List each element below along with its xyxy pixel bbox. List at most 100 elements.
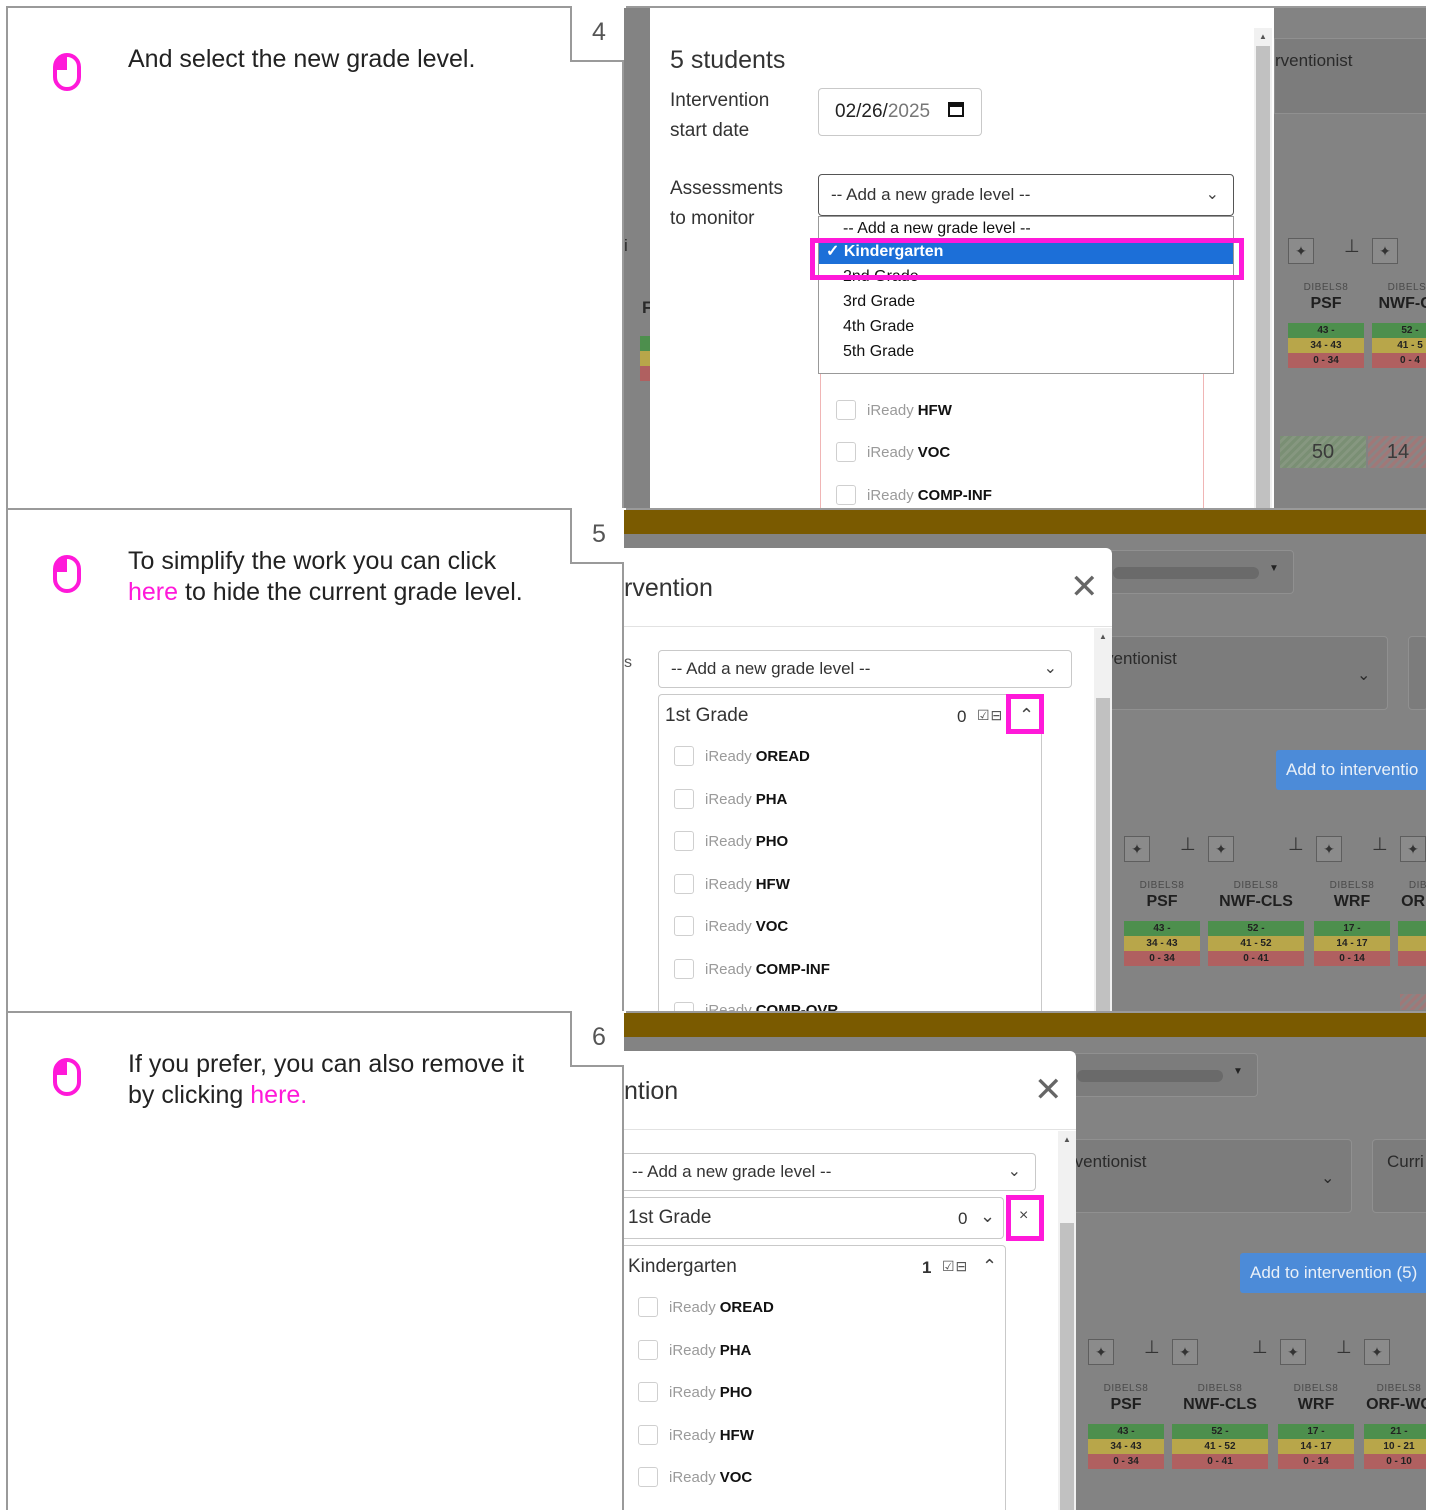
assessment-item[interactable]: iReady OREAD	[674, 746, 810, 766]
pin-icon[interactable]: ⊥	[1372, 834, 1388, 855]
grade-level-select[interactable]: -- Add a new grade level -- ⌄	[624, 1153, 1036, 1191]
intervention-modal: 5 students Intervention start date 02/26/…	[650, 8, 1274, 508]
calendar-icon[interactable]	[947, 100, 965, 118]
pin-icon[interactable]: ⊥	[1336, 1337, 1352, 1358]
assessment-item[interactable]: iReady OREAD	[638, 1297, 774, 1317]
pin-icon[interactable]: ⊥	[1180, 834, 1196, 855]
bg-interventionist-panel: ventionist ⌄	[1104, 636, 1388, 710]
checkbox[interactable]	[638, 1382, 658, 1402]
option-3rd-grade[interactable]: 3rd Grade	[819, 289, 1233, 314]
option-5th-grade[interactable]: 5th Grade	[819, 339, 1233, 364]
option-placeholder[interactable]: -- Add a new grade level --	[819, 219, 1233, 239]
selected-grade-1st-grade[interactable]: 1st Grade 0 ⌄	[624, 1197, 1004, 1239]
pin-icon[interactable]: ⊥	[1144, 1337, 1160, 1358]
close-icon[interactable]: ✕	[1034, 1073, 1063, 1107]
bg-column-psf: DIBELS8 PSF 43 - 34 - 43 0 - 34	[1088, 1383, 1164, 1469]
assessment-item[interactable]: iReady PHA	[638, 1340, 751, 1360]
intervention-modal: rvention ✕ s -- Add a new grade level --…	[624, 548, 1112, 1011]
checkbox[interactable]	[638, 1425, 658, 1445]
checkbox[interactable]	[836, 442, 856, 462]
pin-icon[interactable]: ⊥	[1288, 834, 1304, 855]
sparkle-icon[interactable]: ✦	[1124, 836, 1150, 862]
select-all-icon[interactable]: ☑⊟	[977, 707, 1003, 724]
pin-icon[interactable]: ⊥	[1252, 1337, 1268, 1358]
chevron-down-icon: ⌄	[1007, 1163, 1021, 1180]
checkbox[interactable]	[674, 1002, 694, 1011]
assessment-item[interactable]: iReady HFW	[836, 400, 952, 420]
scrollbar[interactable]: ▲	[1094, 628, 1112, 1011]
remove-grade-icon[interactable]: ×	[1019, 1207, 1028, 1225]
checkbox[interactable]	[674, 789, 694, 809]
checkbox[interactable]	[638, 1467, 658, 1487]
pin-icon[interactable]: ⊥	[1344, 236, 1360, 257]
here-link: here	[128, 578, 179, 606]
step-6-instructions: If you prefer, you can also remove it by…	[8, 1011, 626, 1510]
checkbox[interactable]	[638, 1340, 658, 1360]
bg-band-fragment	[640, 336, 650, 396]
sparkle-icon[interactable]: ✦	[1172, 1339, 1198, 1365]
start-date-label: Intervention start date	[670, 90, 770, 141]
checkbox[interactable]	[638, 1297, 658, 1317]
scrollbar[interactable]: ▲	[1254, 28, 1272, 508]
assessment-item[interactable]: iReady VOC	[674, 916, 788, 936]
close-icon[interactable]: ✕	[1070, 570, 1099, 604]
mouse-click-icon	[53, 53, 81, 91]
checkbox[interactable]	[674, 916, 694, 936]
select-all-icon[interactable]: ☑⊟	[942, 1258, 968, 1275]
intervention-modal: ntion ✕ -- Add a new grade level -- ⌄ 1s…	[624, 1051, 1076, 1510]
sparkle-icon[interactable]: ✦	[1280, 1339, 1306, 1365]
label-fragment: s	[624, 654, 632, 671]
grade-title: Kindergarten	[628, 1256, 737, 1277]
scrollbar[interactable]: ▲	[1058, 1131, 1076, 1510]
step-6: If you prefer, you can also remove it by…	[6, 1011, 1426, 1510]
bg-school-select: ▼	[1068, 1053, 1258, 1097]
sparkle-icon[interactable]: ✦	[1208, 836, 1234, 862]
sparkle-icon[interactable]: ✦	[1364, 1339, 1390, 1365]
instruction-text: And select the new grade level.	[128, 45, 476, 73]
checkbox[interactable]	[836, 485, 856, 505]
start-date-input[interactable]: 02/26/2025	[818, 88, 982, 136]
chevron-down-icon[interactable]: ⌄	[980, 1206, 995, 1227]
assessment-item[interactable]: iReady COMP-INF	[836, 485, 992, 505]
sparkle-icon[interactable]: ✦	[1088, 1339, 1114, 1365]
add-to-intervention-button[interactable]: Add to interventio	[1276, 750, 1426, 790]
header-bar	[624, 510, 1426, 534]
sparkle-icon[interactable]: ✦	[1288, 238, 1314, 264]
sparkle-icon[interactable]: ✦	[1372, 238, 1398, 264]
assessment-item[interactable]: iReady VOC	[638, 1467, 752, 1487]
checkbox[interactable]	[674, 959, 694, 979]
grade-level-select[interactable]: -- Add a new grade level -- ⌄	[818, 174, 1234, 216]
selected-count: 1	[922, 1258, 932, 1277]
add-to-intervention-button[interactable]: Add to intervention (5)	[1240, 1253, 1426, 1293]
bg-column-psf: DIBELS8 PSF 43 - 34 - 43 0 - 34	[1124, 880, 1200, 966]
assessment-item[interactable]: iReady PHO	[674, 831, 788, 851]
step-4-instructions: And select the new grade level. 4	[8, 6, 626, 508]
sparkle-icon[interactable]: ✦	[1400, 836, 1426, 862]
highlight-box	[1006, 694, 1044, 734]
assessment-item[interactable]: iReady HFW	[674, 874, 790, 894]
checkbox[interactable]	[836, 400, 856, 420]
step-number: 4	[570, 6, 626, 62]
grade-level-select[interactable]: -- Add a new grade level -- ⌄	[658, 650, 1072, 688]
assessment-item[interactable]: iReady HFW	[638, 1425, 754, 1445]
assessment-item[interactable]: iReady VOC	[836, 442, 950, 462]
bg-column-wrf: DIBELS8 WRF 17 - 14 - 17 0 - 14	[1278, 1383, 1354, 1469]
selected-count: 0	[957, 707, 967, 726]
mouse-click-icon	[53, 1058, 81, 1096]
checkbox[interactable]	[674, 831, 694, 851]
option-4th-grade[interactable]: 4th Grade	[819, 314, 1233, 339]
assessment-item[interactable]: iReady PHO	[638, 1382, 752, 1402]
chevron-up-icon[interactable]: ⌃	[982, 1256, 997, 1277]
assessment-item[interactable]: iReady COMP-OVR	[674, 1002, 838, 1011]
assessment-item[interactable]: iReady PHA	[674, 789, 787, 809]
grade-title: 1st Grade	[665, 705, 749, 726]
checkbox[interactable]	[674, 874, 694, 894]
assessment-item[interactable]: iReady COMP-INF	[674, 959, 830, 979]
checkbox[interactable]	[674, 746, 694, 766]
chevron-down-icon: ⌄	[1205, 186, 1219, 203]
modal-title: rvention	[624, 574, 713, 602]
step-number: 6	[570, 1011, 626, 1067]
instruction-text: If you prefer, you can also remove it by…	[128, 1050, 525, 1109]
bg-interventionist-panel: rventionist	[1274, 38, 1426, 114]
sparkle-icon[interactable]: ✦	[1316, 836, 1342, 862]
